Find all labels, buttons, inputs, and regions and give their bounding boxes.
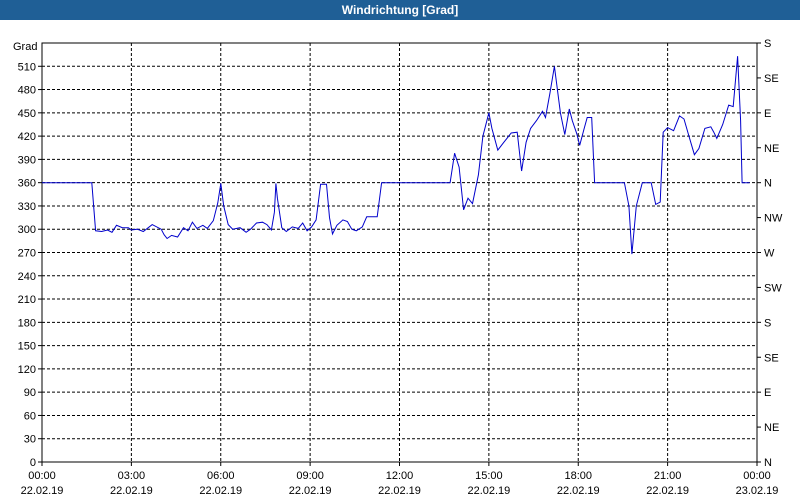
y-tick-label: 450: [18, 108, 36, 120]
right-tick-label: NE: [764, 422, 779, 434]
x-tick-time: 09:00: [296, 470, 324, 482]
y-tick-label: 150: [18, 341, 36, 353]
x-tick-date: 22.02.19: [199, 485, 242, 497]
x-tick-time: 03:00: [118, 470, 146, 482]
x-tick-time: 12:00: [386, 470, 414, 482]
x-tick-time: 00:00: [28, 470, 56, 482]
y-tick-label: 390: [18, 154, 36, 166]
x-tick-date: 22.02.19: [110, 485, 153, 497]
x-tick-time: 06:00: [207, 470, 235, 482]
y-tick-label: 180: [18, 317, 36, 329]
y-tick-label: 120: [18, 364, 36, 376]
y-tick-label: 510: [18, 61, 36, 73]
right-tick-label: NW: [764, 213, 783, 225]
x-tick-time: 21:00: [654, 470, 682, 482]
x-tick-date: 22.02.19: [557, 485, 600, 497]
right-tick-label: SE: [764, 73, 779, 85]
y-tick-label: 210: [18, 294, 36, 306]
right-tick-label: SW: [764, 282, 782, 294]
y-axis-ticks: 0 30 60 90 120 150 180 210 240 270 300 330 360 390 420…: [18, 61, 42, 469]
right-tick-label: E: [764, 387, 771, 399]
x-tick-date: 22.02.19: [646, 485, 689, 497]
right-tick-label: S: [764, 38, 771, 50]
y-tick-label: 90: [24, 387, 36, 399]
x-tick-date: 22.02.19: [289, 485, 332, 497]
y-tick-label: 0: [30, 457, 36, 469]
y-tick-label: 480: [18, 85, 36, 97]
right-tick-label: N: [764, 178, 772, 190]
y-tick-label: 60: [24, 410, 36, 422]
y-axis-label: Grad: [13, 41, 37, 53]
y-tick-label: 330: [18, 201, 36, 213]
right-tick-label: NE: [764, 143, 779, 155]
x-tick-time: 15:00: [475, 470, 503, 482]
x-tick-date: 22.02.19: [378, 485, 421, 497]
x-tick-date: 22.02.19: [467, 485, 510, 497]
x-tick-time: 00:00: [743, 470, 771, 482]
y-tick-label: 300: [18, 224, 36, 236]
right-tick-label: W: [764, 248, 775, 260]
y-tick-label: 30: [24, 434, 36, 446]
line-chart: Grad 0 30 60 90 120 150 180 210 240 270 300 330 360 3…: [13, 38, 783, 497]
chart-title: Windrichtung [Grad]: [0, 0, 800, 20]
wind-direction-line: [42, 56, 750, 255]
y-tick-label: 360: [18, 178, 36, 190]
x-tick-date: 22.02.19: [21, 485, 64, 497]
grid-lines: [42, 43, 757, 462]
right-tick-label: N: [764, 457, 772, 469]
x-axis-ticks: 00:00 22.02.19 03:00 22.02.19 06:00 22.02.19 0…: [21, 462, 779, 497]
y-tick-label: 240: [18, 271, 36, 283]
x-tick-time: 18:00: [564, 470, 592, 482]
right-axis-ticks: N NE E SE S SW W NW N NE E SE S: [757, 38, 783, 469]
right-tick-label: SE: [764, 352, 779, 364]
right-tick-label: S: [764, 317, 771, 329]
x-tick-date: 23.02.19: [736, 485, 779, 497]
y-tick-label: 420: [18, 131, 36, 143]
y-tick-label: 270: [18, 248, 36, 260]
right-tick-label: E: [764, 108, 771, 120]
